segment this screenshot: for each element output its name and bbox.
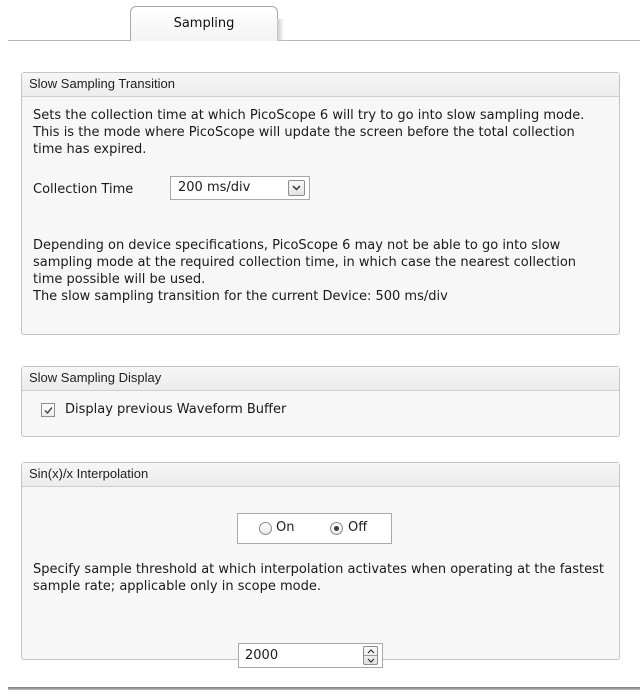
- radio-on-label[interactable]: On: [276, 520, 294, 535]
- checkmark-icon: [44, 407, 53, 415]
- sample-threshold-value: 2000: [245, 648, 279, 663]
- spin-up-icon[interactable]: [367, 649, 375, 654]
- tab-baseline: [8, 40, 640, 41]
- tab-strip: Sampling: [0, 0, 640, 41]
- collection-time-label: Collection Time: [33, 182, 134, 197]
- slow-sampling-display-group: Slow Sampling Display Display previous W…: [21, 366, 620, 437]
- radio-on[interactable]: [259, 522, 272, 535]
- display-previous-buffer-checkbox[interactable]: [41, 403, 55, 417]
- collection-time-dropdown[interactable]: 200 ms/div: [170, 176, 310, 200]
- chevron-down-icon: [292, 185, 301, 191]
- tab-sampling[interactable]: Sampling: [130, 6, 284, 41]
- current-device-transition: The slow sampling transition for the cur…: [33, 289, 448, 304]
- interpolation-radio-group: On Off: [237, 513, 392, 544]
- interpolation-group: Sin(x)/x Interpolation On Off Specify sa…: [21, 462, 620, 668]
- sample-threshold-spinner[interactable]: 2000: [238, 643, 383, 668]
- spin-down-icon[interactable]: [367, 658, 375, 663]
- group-title: Sin(x)/x Interpolation: [22, 463, 619, 487]
- collection-time-note: Depending on device specifications, Pico…: [33, 238, 577, 287]
- radio-off[interactable]: [330, 522, 343, 535]
- collection-time-dropdown-button[interactable]: [288, 180, 305, 196]
- group-title: Slow Sampling Transition: [22, 73, 619, 97]
- checkbox-label: Display previous Waveform Buffer: [65, 402, 287, 417]
- group-title: Slow Sampling Display: [22, 367, 619, 391]
- radio-off-label[interactable]: Off: [348, 520, 367, 535]
- spin-buttons[interactable]: [363, 646, 378, 665]
- interpolation-description: Specify sample threshold at which interp…: [33, 562, 605, 594]
- bottom-border: [8, 687, 640, 690]
- collection-time-value: 200 ms/div: [178, 180, 251, 195]
- transition-description: Sets the collection time at which PicoSc…: [33, 108, 585, 157]
- slow-sampling-transition-group: Slow Sampling Transition Sets the collec…: [21, 72, 620, 335]
- radio-selected-dot: [334, 526, 339, 531]
